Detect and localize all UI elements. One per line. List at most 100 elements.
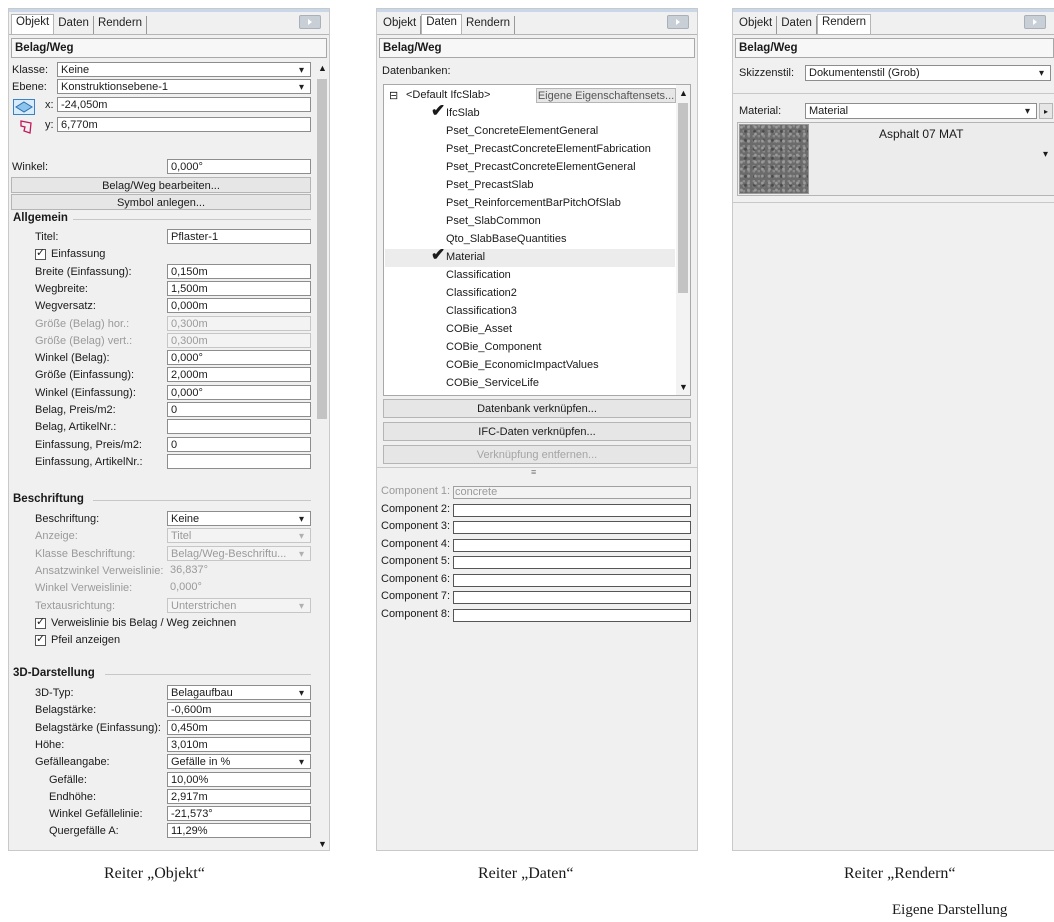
field-value[interactable]: 0,450m (167, 719, 311, 735)
panel-menu-arrow-icon[interactable] (299, 15, 321, 29)
tree-root-item[interactable]: <Default IfcSlab> (406, 89, 490, 101)
checkbox[interactable] (35, 615, 46, 629)
database-item[interactable]: Pset_PrecastConcreteElementFabrication (446, 143, 651, 155)
database-item[interactable]: IfcSlab (446, 107, 480, 119)
tab-objekt[interactable]: Objekt (11, 14, 55, 34)
remove-link-button[interactable]: Verknüpfung entfernen... (383, 445, 691, 464)
component-field[interactable] (453, 503, 691, 517)
field-value[interactable]: 0,000° (167, 350, 311, 366)
y-coordinate-field[interactable]: 6,770m (57, 117, 311, 132)
panel-menu-arrow-icon[interactable] (1024, 15, 1046, 29)
link-ifc-data-button[interactable]: IFC-Daten verknüpfen... (383, 422, 691, 441)
edit-path-button[interactable]: Belag/Weg bearbeiten... (11, 177, 311, 193)
checkmark-icon: ✔ (431, 101, 446, 120)
scrollbar-thumb[interactable] (678, 103, 688, 293)
chevron-down-icon[interactable]: ▾ (1043, 149, 1048, 160)
ebene-select[interactable]: Konstruktionsebene-1 (57, 79, 311, 94)
checkbox[interactable] (35, 246, 46, 261)
tab-rendern[interactable]: Rendern (816, 14, 872, 34)
field-value[interactable]: -0,600m (167, 702, 311, 718)
klasse-select[interactable]: Keine (57, 62, 311, 77)
component-field[interactable] (453, 556, 691, 569)
scroll-up-icon[interactable]: ▲ (679, 88, 688, 98)
create-symbol-button[interactable]: Symbol anlegen... (11, 194, 311, 210)
section-allgemein[interactable]: Allgemein (13, 212, 68, 224)
field-value[interactable]: 0,000m (167, 298, 311, 314)
checkmark-icon: ✔ (431, 245, 446, 264)
database-item[interactable]: Classification3 (446, 305, 517, 317)
scroll-down-icon[interactable]: ▼ (318, 839, 327, 849)
objekt-panel: Objekt Daten Rendern Belag/Weg Klasse: K… (8, 8, 330, 851)
splitter-grip-icon[interactable]: ≡ (531, 467, 536, 477)
tab-daten[interactable]: Daten (777, 16, 817, 34)
field-value[interactable]: 0 (167, 436, 311, 452)
field-value[interactable]: 3,010m (167, 736, 311, 752)
tree-scrollbar[interactable]: ▲ ▼ (676, 85, 690, 395)
material-select[interactable]: Material (805, 103, 1037, 119)
field-value[interactable] (167, 419, 311, 435)
tree-collapse-icon[interactable]: ⊟ (389, 89, 398, 102)
component-field[interactable] (453, 591, 691, 604)
database-item[interactable]: Pset_PrecastConcreteElementGeneral (446, 161, 636, 173)
tab-daten[interactable]: Daten (54, 16, 94, 34)
winkel-field[interactable]: 0,000° (167, 159, 311, 174)
section-beschriftung[interactable]: Beschriftung (13, 493, 84, 505)
database-item[interactable]: Material (446, 251, 485, 263)
database-item[interactable]: COBie_EconomicImpactValues (446, 359, 599, 371)
scroll-down-icon[interactable]: ▼ (679, 382, 688, 392)
field-label: Ansatzwinkel Verweislinie: (35, 564, 164, 577)
database-tree[interactable]: ⊟ <Default IfcSlab> Eigene Eigenschaften… (383, 84, 691, 396)
field-label: Beschriftung: (35, 513, 100, 525)
database-item[interactable]: Pset_ReinforcementBarPitchOfSlab (446, 197, 621, 209)
field-value[interactable]: 0,150m (167, 263, 311, 279)
database-item[interactable]: COBie_Asset (446, 323, 512, 335)
database-item[interactable]: Pset_SlabCommon (446, 215, 541, 227)
panel-menu-arrow-icon[interactable] (667, 15, 689, 29)
tab-objekt[interactable]: Objekt (735, 16, 778, 34)
tab-objekt[interactable]: Objekt (379, 16, 422, 34)
field-value[interactable]: Pflaster-1 (167, 229, 311, 244)
custom-property-sets-button[interactable]: Eigene Eigenschaftensets... (536, 88, 676, 103)
database-item[interactable]: Pset_PrecastSlab (446, 179, 533, 191)
field-value[interactable]: 10,00% (167, 771, 311, 787)
scrollbar-thumb[interactable] (317, 79, 327, 419)
tab-rendern[interactable]: Rendern (94, 16, 148, 34)
database-item[interactable]: Classification2 (446, 287, 517, 299)
database-item[interactable]: COBie_ServiceLife (446, 377, 539, 389)
field-value[interactable]: 1,500m (167, 280, 311, 296)
field-value[interactable]: 11,29% (167, 823, 311, 839)
database-item[interactable]: COBie_Component (446, 341, 541, 353)
skizzenstil-select[interactable]: Dokumentenstil (Grob) (805, 65, 1051, 81)
section-3d-darstellung[interactable]: 3D-Darstellung (13, 667, 95, 679)
component-field[interactable] (453, 608, 691, 622)
database-item[interactable]: Classification (446, 269, 511, 281)
tab-bar: Objekt Daten Rendern (733, 9, 1054, 35)
section-divider (73, 219, 311, 220)
x-coordinate-field[interactable]: -24,050m (57, 97, 311, 112)
field-value[interactable]: 2,000m (167, 367, 311, 383)
field-value[interactable]: Gefälle in % (167, 754, 311, 770)
field-value[interactable]: 0 (167, 402, 311, 417)
reference-point-icon[interactable] (13, 99, 35, 115)
tab-daten[interactable]: Daten (421, 14, 462, 34)
database-item[interactable]: Qto_SlabBaseQuantities (446, 233, 566, 245)
field-value[interactable]: Belagaufbau (167, 685, 311, 700)
scroll-up-icon[interactable]: ▲ (318, 63, 327, 73)
field-value[interactable]: Keine (167, 511, 311, 526)
field-label: Winkel Verweislinie: (35, 582, 133, 595)
field-label: Höhe: (35, 738, 65, 751)
field-value[interactable]: 0,000° (167, 384, 311, 400)
checkbox[interactable] (35, 632, 46, 647)
component-field[interactable] (453, 573, 691, 587)
field-label: Winkel (Belag): (35, 352, 110, 365)
database-item[interactable]: Pset_ConcreteElementGeneral (446, 125, 598, 137)
link-database-button[interactable]: Datenbank verknüpfen... (383, 399, 691, 418)
field-value[interactable]: -21,573° (167, 806, 311, 822)
tab-rendern[interactable]: Rendern (462, 16, 516, 34)
field-value[interactable]: 2,917m (167, 788, 311, 804)
component-field[interactable] (453, 538, 691, 552)
field-value[interactable] (167, 453, 311, 469)
material-more-button[interactable]: ▸ (1039, 103, 1053, 119)
vertical-scrollbar[interactable]: ▲ ▼ (315, 61, 329, 850)
component-field[interactable] (453, 521, 691, 534)
